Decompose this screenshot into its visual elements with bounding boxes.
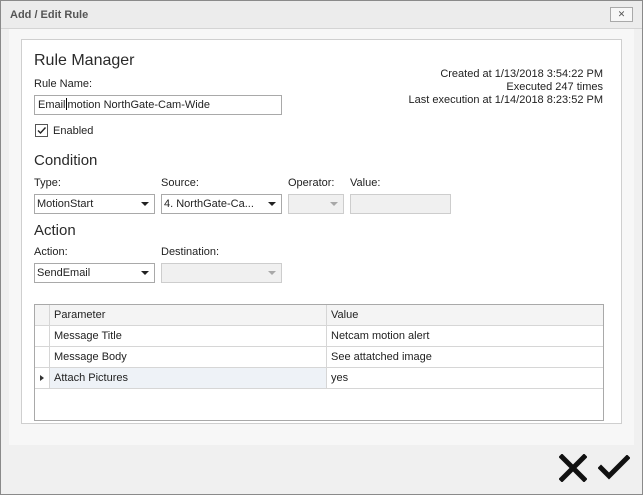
value-cell[interactable]: Netcam motion alert [327,326,603,346]
column-header-parameter[interactable]: Parameter [50,305,327,325]
action-dropdown[interactable]: SendEmail [34,263,155,283]
rule-name-input[interactable]: Email motion NorthGate-Cam-Wide [34,95,282,115]
operator-dropdown [288,194,344,214]
action-heading: Action [34,222,76,239]
parameter-cell[interactable]: Message Title [50,326,327,346]
chevron-down-icon [330,202,338,206]
checkmark-small-icon [37,127,47,135]
rule-name-text-end: motion NorthGate-Cam-Wide [67,99,210,111]
action-label: Action: [34,246,68,258]
chevron-down-icon [268,202,276,206]
cancel-button[interactable] [559,454,587,482]
x-icon [559,454,587,482]
close-icon: ✕ [617,9,626,19]
destination-dropdown [161,263,282,283]
parameters-grid[interactable]: Parameter Value Message Title Netcam mot… [34,304,604,421]
chevron-down-icon [141,271,149,275]
rule-manager-heading: Rule Manager [34,52,135,69]
enabled-checkbox[interactable] [35,124,48,137]
checkmark-icon [598,455,630,480]
rule-name-label: Rule Name: [34,78,93,90]
title-bar: Add / Edit Rule ✕ [1,1,642,29]
action-selected-value: SendEmail [37,267,91,279]
column-header-value[interactable]: Value [327,305,603,325]
last-execution-info: Last execution at 1/14/2018 8:23:52 PM [408,94,603,106]
parameter-cell[interactable]: Message Body [50,347,327,367]
type-selected-value: MotionStart [37,198,94,210]
type-label: Type: [34,177,61,189]
type-dropdown[interactable]: MotionStart [34,194,155,214]
destination-label: Destination: [161,246,220,258]
chevron-down-icon [141,202,149,206]
row-pointer-icon [40,375,44,381]
table-row[interactable]: Message Body See attatched image [35,347,603,368]
close-button[interactable]: ✕ [610,7,633,22]
window-title: Add / Edit Rule [10,9,89,21]
confirm-button[interactable] [598,455,630,481]
created-info: Created at 1/13/2018 3:54:22 PM [440,68,603,80]
grid-header-row: Parameter Value [35,305,603,326]
table-row-current[interactable]: Attach Pictures yes [35,368,603,389]
operator-label: Operator: [288,177,335,189]
value-label: Value: [350,177,381,189]
row-indicator-header [35,305,50,325]
executed-info: Executed 247 times [506,81,603,93]
row-indicator-current [35,368,50,388]
source-label: Source: [161,177,199,189]
condition-heading: Condition [34,152,98,169]
source-dropdown[interactable]: 4. NorthGate-Ca... [161,194,282,214]
parameter-cell[interactable]: Attach Pictures [50,368,327,388]
row-indicator [35,326,50,346]
value-input [350,194,451,214]
value-cell[interactable]: See attatched image [327,347,603,367]
dialog-footer [1,445,642,494]
enabled-label: Enabled [53,125,94,137]
row-indicator [35,347,50,367]
rule-name-text-start: Email [38,99,66,111]
source-selected-value: 4. NorthGate-Ca... [164,198,254,210]
value-cell[interactable]: yes [327,368,603,388]
table-row[interactable]: Message Title Netcam motion alert [35,326,603,347]
chevron-down-icon [268,271,276,275]
add-edit-rule-window: Add / Edit Rule ✕ Rule Manager Rule Name… [0,0,643,495]
